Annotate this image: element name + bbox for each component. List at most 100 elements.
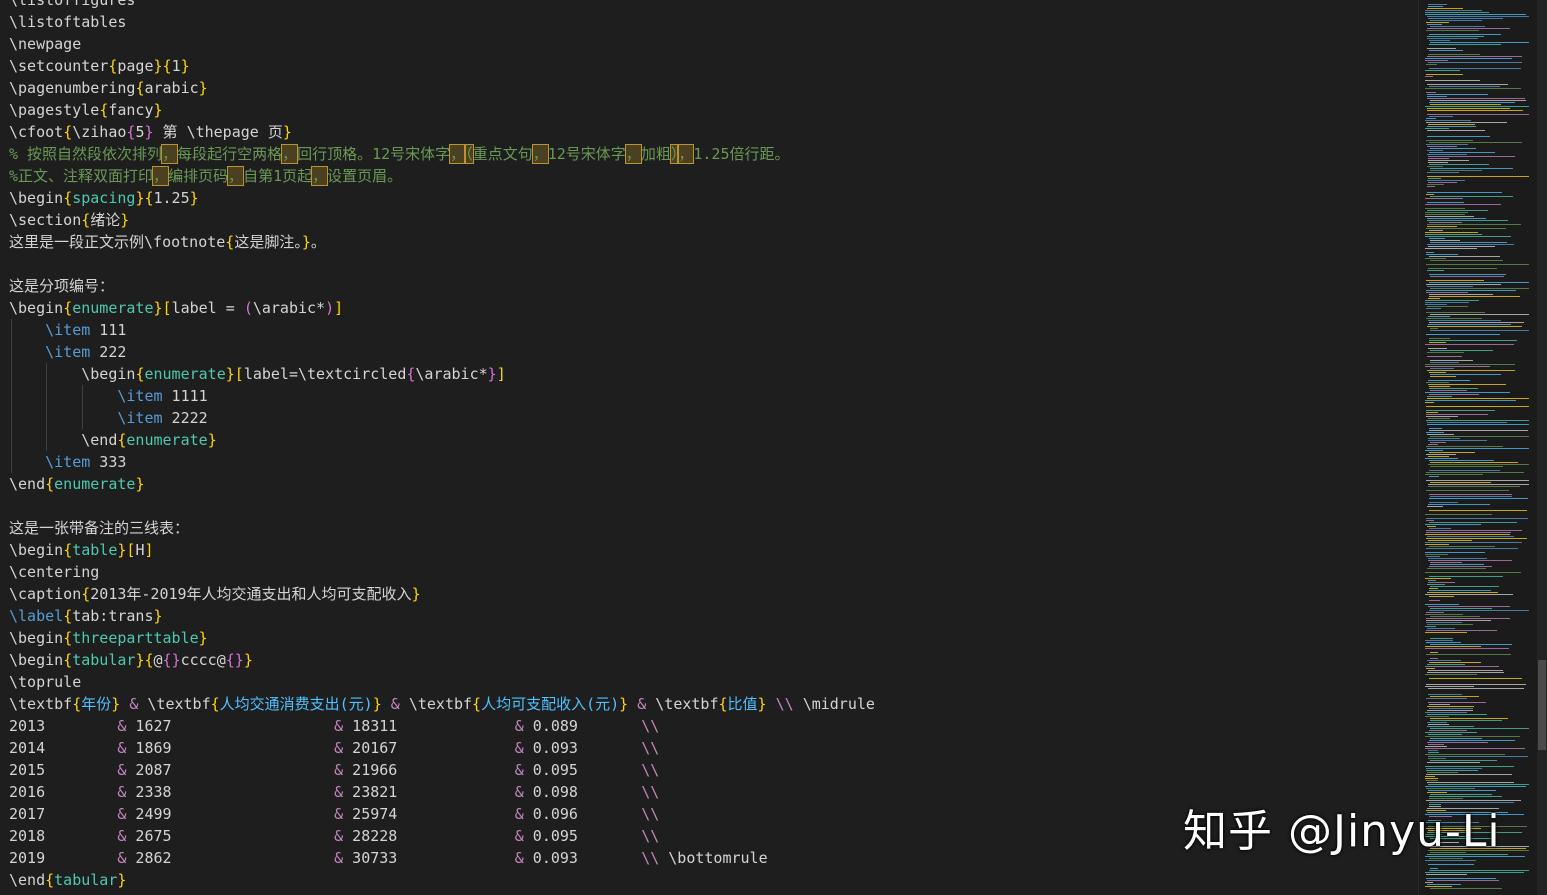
minimap-line	[1429, 44, 1501, 45]
minimap-line	[1426, 538, 1527, 539]
minimap-line	[1425, 534, 1510, 535]
minimap[interactable]	[1418, 0, 1538, 895]
code-line[interactable]: \begin{threeparttable}	[9, 627, 875, 649]
code-line[interactable]: \end{tabular}	[9, 869, 875, 891]
code-line[interactable]: \end{enumerate}	[9, 473, 875, 495]
code-line[interactable]: 2018 & 2675 & 28228 & 0.095 \\	[9, 825, 875, 847]
minimap-line	[1429, 476, 1439, 477]
minimap-line	[1428, 464, 1529, 465]
minimap-line	[1428, 744, 1444, 745]
minimap-line	[1425, 572, 1521, 573]
code-line[interactable]: %正文、注释双面打印，编排页码，自第1页起，设置页眉。	[9, 165, 875, 187]
minimap-line	[1425, 872, 1524, 873]
minimap-line	[1430, 242, 1507, 243]
minimap-line	[1430, 644, 1512, 645]
minimap-line	[1426, 788, 1475, 789]
minimap-line	[1428, 606, 1510, 607]
code-line[interactable]: \newpage	[9, 33, 875, 55]
code-line[interactable]	[9, 253, 875, 275]
minimap-line	[1429, 34, 1501, 35]
minimap-line	[1429, 576, 1503, 577]
minimap-line	[1428, 4, 1447, 5]
code-line[interactable]: \item 1111	[9, 385, 875, 407]
minimap-line	[1427, 660, 1461, 661]
code-line[interactable]: 这是分项编号：	[9, 275, 875, 297]
code-line[interactable]: 2014 & 1869 & 20167 & 0.093 \\	[9, 737, 875, 759]
minimap-line	[1429, 230, 1443, 231]
minimap-line	[1426, 410, 1495, 411]
code-line[interactable]: \item 222	[9, 341, 875, 363]
code-line[interactable]: \label{tab:trans}	[9, 605, 875, 627]
minimap-line	[1429, 238, 1445, 239]
code-line[interactable]: \begin{enumerate}[label = (\arabic*)]	[9, 297, 875, 319]
code-line[interactable]: 2013 & 1627 & 18311 & 0.089 \\	[9, 715, 875, 737]
minimap-line	[1428, 18, 1503, 19]
code-line[interactable]: 2017 & 2499 & 25974 & 0.096 \\	[9, 803, 875, 825]
vertical-scrollbar[interactable]	[1537, 0, 1547, 895]
minimap-line	[1427, 130, 1485, 131]
minimap-line	[1425, 400, 1516, 401]
code-line[interactable]: \item 2222	[9, 407, 875, 429]
code-line[interactable]: % 按照自然段依次排列，每段起行空两格，回行顶格。12号宋体字，（重点文句，12…	[9, 143, 875, 165]
code-line[interactable]: \end{enumerate}	[9, 429, 875, 451]
code-line[interactable]: \textbf{年份} & \textbf{人均交通消费支出(元)} & \te…	[9, 693, 875, 715]
code-line[interactable]: \pagenumbering{arabic}	[9, 77, 875, 99]
minimap-line	[1425, 646, 1481, 647]
minimap-line	[1427, 352, 1464, 353]
minimap-line	[1425, 786, 1526, 787]
code-line[interactable]: \listoffigures	[9, 0, 875, 11]
minimap-line	[1426, 780, 1438, 781]
code-line[interactable]: \begin{enumerate}[label=\textcircled{\ar…	[9, 363, 875, 385]
code-line[interactable]: \pagestyle{fancy}	[9, 99, 875, 121]
minimap-line	[1426, 770, 1478, 771]
code-line[interactable]: 这里是一段正文示例\footnote{这是脚注。}。	[9, 231, 875, 253]
code-line[interactable]: \item 333	[9, 451, 875, 473]
code-line[interactable]: \section{绪论}	[9, 209, 875, 231]
minimap-line	[1427, 244, 1514, 245]
minimap-line	[1427, 714, 1487, 715]
minimap-line	[1426, 630, 1497, 631]
code-line[interactable]: \begin{spacing}{1.25}	[9, 187, 875, 209]
code-line[interactable]	[9, 495, 875, 517]
code-line[interactable]: 这是一张带备注的三线表：	[9, 517, 875, 539]
minimap-line	[1427, 218, 1486, 219]
minimap-line	[1425, 402, 1434, 403]
minimap-line	[1428, 384, 1506, 385]
code-editor[interactable]: \listoffigures \listoftables \newpage \setc…	[0, 0, 1418, 895]
code-line[interactable]: \begin{table}[H]	[9, 539, 875, 561]
minimap-line	[1427, 210, 1488, 211]
minimap-line	[1427, 192, 1502, 193]
minimap-line	[1430, 720, 1502, 721]
code-line[interactable]: \item 111	[9, 319, 875, 341]
code-line[interactable]: \setcounter{page}{1}	[9, 55, 875, 77]
minimap-line	[1430, 718, 1508, 719]
code-line[interactable]: 2019 & 2862 & 30733 & 0.093 \\ \bottomru…	[9, 847, 875, 869]
minimap-line	[1426, 308, 1441, 309]
code-line[interactable]: 2015 & 2087 & 21966 & 0.095 \\	[9, 759, 875, 781]
code-content[interactable]: \listoffigures \listoftables \newpage \setc…	[9, 0, 875, 891]
minimap-line	[1427, 38, 1478, 39]
minimap-line	[1427, 624, 1473, 625]
minimap-line	[1428, 124, 1475, 125]
minimap-line	[1425, 88, 1521, 89]
scrollbar-thumb[interactable]	[1538, 660, 1546, 750]
code-line[interactable]: \begin{tabular}{@{}cccc@{}}	[9, 649, 875, 671]
minimap-line	[1425, 60, 1448, 61]
code-line[interactable]: \listoftables	[9, 11, 875, 33]
minimap-line	[1427, 782, 1514, 783]
minimap-line	[1427, 36, 1484, 37]
minimap-line	[1430, 696, 1479, 697]
code-line[interactable]: \cfoot{\zihao{5} 第 \thepage 页}	[9, 121, 875, 143]
code-line[interactable]: \toprule	[9, 671, 875, 693]
minimap-line	[1427, 398, 1529, 399]
minimap-line	[1425, 712, 1467, 713]
code-line[interactable]: \centering	[9, 561, 875, 583]
minimap-line	[1428, 246, 1495, 247]
minimap-line	[1430, 586, 1499, 587]
minimap-line	[1425, 578, 1451, 579]
minimap-line	[1426, 532, 1511, 533]
minimap-line	[1427, 742, 1488, 743]
code-line[interactable]: 2016 & 2338 & 23821 & 0.098 \\	[9, 781, 875, 803]
minimap-line	[1427, 184, 1444, 185]
code-line[interactable]: \caption{2013年-2019年人均交通支出和人均可支配收入}	[9, 583, 875, 605]
